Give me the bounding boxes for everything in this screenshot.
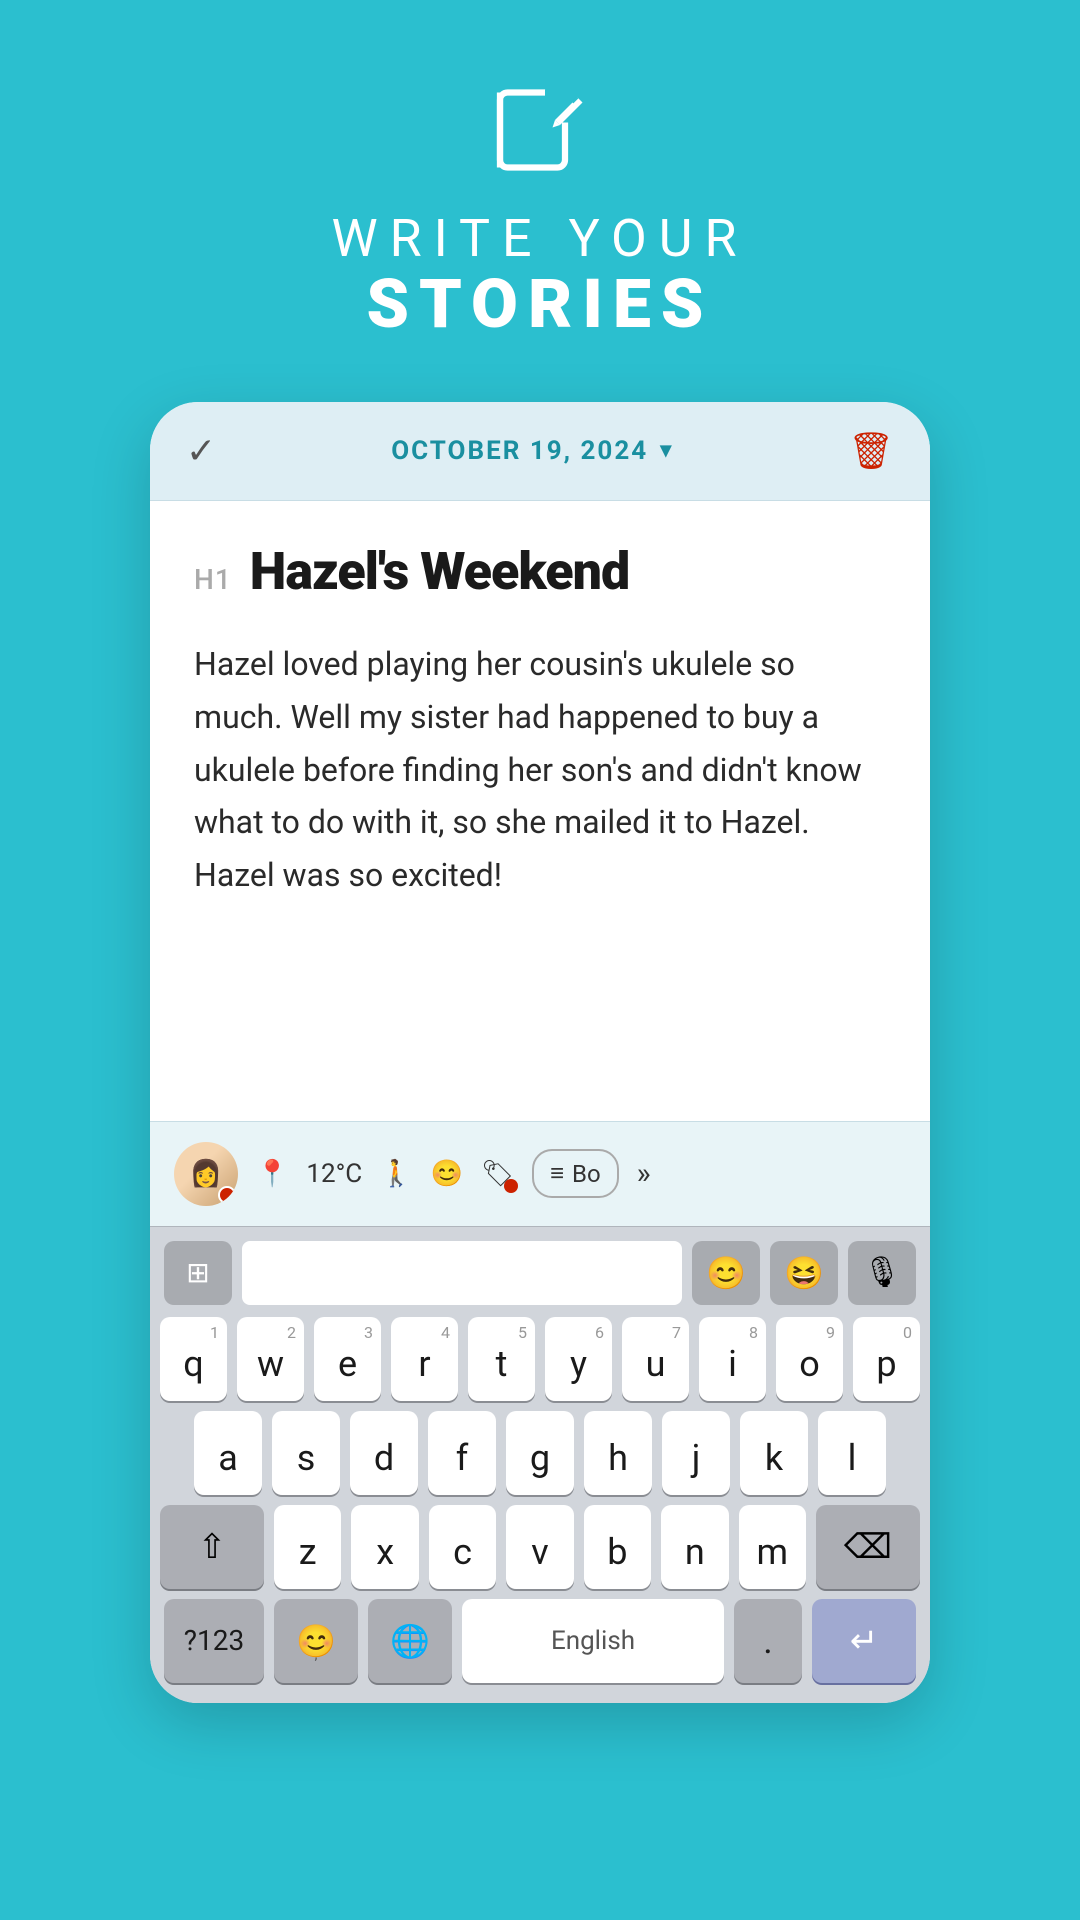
key-l[interactable]: l (818, 1411, 886, 1495)
keyboard-row-1: 1 q 2 w 3 e 4 r 5 t 6 y (160, 1317, 920, 1401)
tag-button[interactable]: 🏷 (481, 1159, 514, 1189)
keyboard-row-2: a s d f g h j k l (160, 1411, 920, 1495)
keyboard-row-3: ⇧ z x c v b n m ⌫ (160, 1505, 920, 1589)
emoji-face-button[interactable]: 😊 , (274, 1599, 358, 1683)
title-row: H1 Hazel's Weekend (194, 541, 886, 602)
more-button[interactable]: » (637, 1156, 651, 1191)
key-b[interactable]: b (584, 1505, 651, 1589)
book-lines-icon: ≡ (550, 1159, 564, 1188)
grid-icon: ⊞ (186, 1256, 209, 1289)
shift-button[interactable]: ⇧ (160, 1505, 264, 1589)
avatar-button[interactable]: 👩 (174, 1142, 238, 1206)
format-toolbar: 👩 📍 12°C 🚶 😊 🏷 ≡ Bo » (150, 1121, 930, 1226)
keyboard-search-bar[interactable] (242, 1241, 682, 1305)
keyboard-mic-button[interactable]: 🎙 (848, 1241, 916, 1305)
delete-key-button[interactable]: ⌫ (816, 1505, 920, 1589)
note-toolbar: ✓ OCTOBER 19, 2024 ▾ 🗑 (150, 402, 930, 501)
globe-icon: 🌐 (390, 1622, 430, 1660)
key-n[interactable]: n (661, 1505, 728, 1589)
period-button[interactable]: . (734, 1599, 802, 1683)
tag-notification-dot (504, 1179, 518, 1193)
header-section: WRITE YOUR STORIES (331, 80, 748, 342)
key-d[interactable]: d (350, 1411, 418, 1495)
key-t[interactable]: 5 t (468, 1317, 535, 1401)
avatar-notification-dot (218, 1186, 236, 1204)
person-button[interactable]: 🚶 (380, 1159, 412, 1189)
phone-card: ✓ OCTOBER 19, 2024 ▾ 🗑 H1 Hazel's Weeken… (150, 402, 930, 1703)
shift-icon: ⇧ (198, 1527, 227, 1567)
key-z[interactable]: z (274, 1505, 341, 1589)
return-button[interactable]: ↵ (812, 1599, 916, 1683)
key-q[interactable]: 1 q (160, 1317, 227, 1401)
location-icon: 📍 (256, 1159, 288, 1189)
book-button[interactable]: ≡ Bo (532, 1149, 619, 1198)
date-selector[interactable]: OCTOBER 19, 2024 ▾ (391, 436, 673, 466)
key-h[interactable]: h (584, 1411, 652, 1495)
keyboard-grid-button[interactable]: ⊞ (164, 1241, 232, 1305)
key-u[interactable]: 7 u (622, 1317, 689, 1401)
keyboard-top-row: ⊞ 😊 😆 🎙 (160, 1241, 920, 1305)
story-body[interactable]: Hazel loved playing her cousin's ukulele… (194, 638, 886, 902)
key-c[interactable]: c (429, 1505, 496, 1589)
emoji-comma: , (315, 1647, 318, 1663)
h1-label: H1 (194, 563, 232, 596)
temperature-button[interactable]: 12°C (306, 1159, 362, 1189)
key-j[interactable]: j (662, 1411, 730, 1495)
key-s[interactable]: s (272, 1411, 340, 1495)
laugh-emoji-icon: 😆 (784, 1254, 824, 1292)
key-g[interactable]: g (506, 1411, 574, 1495)
book-label: Bo (572, 1160, 601, 1188)
keyboard-laugh-emoji[interactable]: 😆 (770, 1241, 838, 1305)
emoji-button[interactable]: 😊 (431, 1159, 463, 1189)
check-button[interactable]: ✓ (186, 430, 216, 472)
key-x[interactable]: x (351, 1505, 418, 1589)
keyboard: ⊞ 😊 😆 🎙 1 q 2 w 3 (150, 1226, 930, 1703)
location-button[interactable]: 📍 (256, 1159, 288, 1189)
key-y[interactable]: 6 y (545, 1317, 612, 1401)
delete-button[interactable]: 🗑 (848, 430, 894, 472)
edit-icon (490, 80, 590, 180)
key-f[interactable]: f (428, 1411, 496, 1495)
keyboard-bottom-row: ?123 😊 , 🌐 English . ↵ (160, 1599, 920, 1683)
key-k[interactable]: k (740, 1411, 808, 1495)
numeric-button[interactable]: ?123 (164, 1599, 264, 1683)
key-m[interactable]: m (739, 1505, 806, 1589)
keyboard-smile-emoji[interactable]: 😊 (692, 1241, 760, 1305)
stories-label: STORIES (366, 267, 713, 342)
chevron-down-icon: ▾ (660, 438, 673, 463)
delete-key-icon: ⌫ (844, 1527, 892, 1567)
mic-icon: 🎙 (863, 1255, 901, 1290)
key-w[interactable]: 2 w (237, 1317, 304, 1401)
person-icon: 🚶 (380, 1159, 412, 1189)
key-p[interactable]: 0 p (853, 1317, 920, 1401)
key-i[interactable]: 8 i (699, 1317, 766, 1401)
space-button[interactable]: English (462, 1599, 724, 1683)
key-r[interactable]: 4 r (391, 1317, 458, 1401)
date-text: OCTOBER 19, 2024 (391, 436, 648, 466)
key-o[interactable]: 9 o (776, 1317, 843, 1401)
story-content: H1 Hazel's Weekend Hazel loved playing h… (150, 501, 930, 1121)
emoji-icon: 😊 (431, 1159, 463, 1189)
story-title[interactable]: Hazel's Weekend (250, 541, 629, 602)
key-a[interactable]: a (194, 1411, 262, 1495)
key-v[interactable]: v (506, 1505, 573, 1589)
globe-button[interactable]: 🌐 (368, 1599, 452, 1683)
smile-emoji-icon: 😊 (706, 1254, 746, 1292)
key-e[interactable]: 3 e (314, 1317, 381, 1401)
write-label: WRITE YOUR (331, 210, 748, 267)
